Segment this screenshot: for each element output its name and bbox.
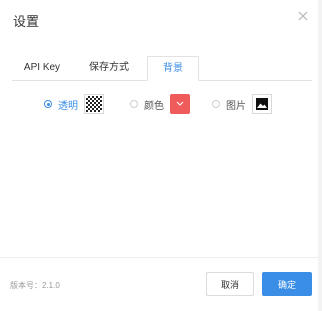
option-image[interactable]: 图片 [212,92,272,116]
settings-dialog: 设置 API Key 保存方式 背景 透明 颜色 图片 版本号：2.1.0 取消… [0,0,322,311]
cancel-button[interactable]: 取消 [206,272,254,296]
color-swatch[interactable] [170,94,190,114]
radio-transparent[interactable] [44,100,52,108]
footer-divider [0,257,322,258]
tab-background[interactable]: 背景 [147,56,199,81]
option-image-label: 图片 [226,100,246,112]
ok-button[interactable]: 确定 [262,272,312,296]
option-color-label: 颜色 [144,100,164,112]
tab-save-method[interactable]: 保存方式 [74,56,144,80]
chevron-down-icon [176,101,184,106]
option-transparent-label: 透明 [58,100,78,112]
tab-bar: API Key 保存方式 背景 [12,56,312,81]
option-transparent[interactable]: 透明 [44,92,104,116]
option-color[interactable]: 颜色 [130,92,190,116]
radio-color[interactable] [130,100,138,108]
dialog-title: 设置 [13,14,40,29]
background-options: 透明 颜色 图片 [0,92,322,116]
close-icon[interactable] [296,9,310,23]
version-text: 版本号：2.1.0 [10,281,60,290]
tab-api-key[interactable]: API Key [12,56,72,80]
radio-image[interactable] [212,100,220,108]
image-icon[interactable] [252,94,272,114]
window-edge [318,0,322,311]
checkerboard-icon [84,94,104,114]
